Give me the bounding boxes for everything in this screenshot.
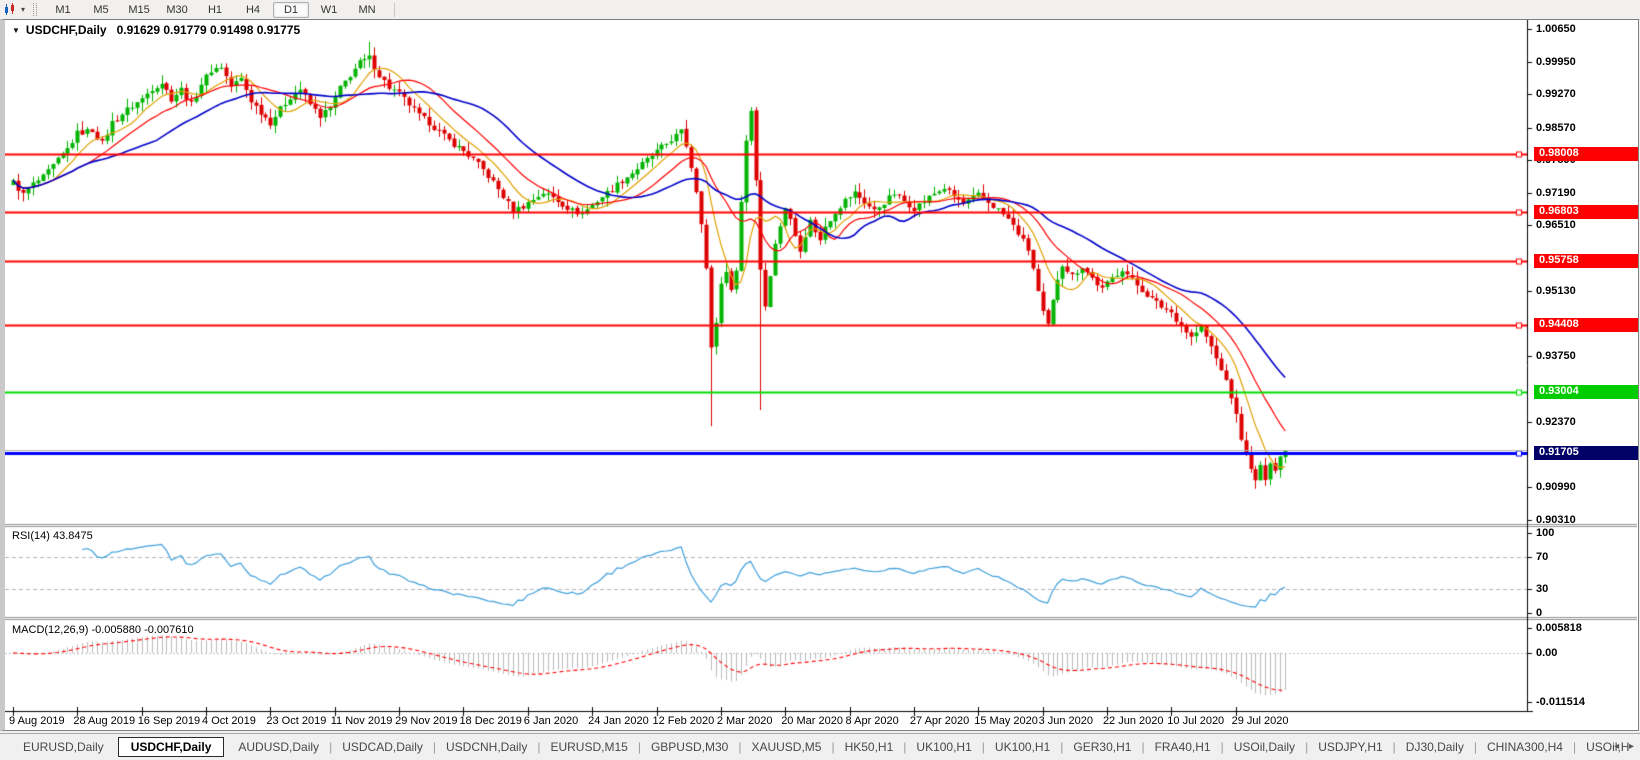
date-tick-label: 11 Nov 2019 xyxy=(330,715,393,727)
chart-tab-ger30-h1[interactable]: GER30,H1 xyxy=(1064,737,1140,757)
price-tick-label: 0.97190 xyxy=(1536,187,1576,200)
timeframe-button-m15[interactable]: M15 xyxy=(121,2,157,18)
chart-tab-usoil-daily[interactable]: USOil,Daily xyxy=(1225,737,1304,757)
timeframe-button-h1[interactable]: H1 xyxy=(197,2,233,18)
chart-tab-gbpusd-m30[interactable]: GBPUSD,M30 xyxy=(642,737,737,757)
chart-ohlc-values: 0.91629 0.91779 0.91498 0.91775 xyxy=(116,23,301,37)
price-tick-label: 0.99950 xyxy=(1536,56,1576,69)
date-tick-label: 4 Oct 2019 xyxy=(202,715,256,727)
chart-tab-hk50-h1[interactable]: HK50,H1 xyxy=(836,737,903,757)
date-tick-label: 29 Nov 2019 xyxy=(395,715,458,727)
date-tick-label: 2 Mar 2020 xyxy=(716,715,773,727)
dropdown-caret-icon: ▾ xyxy=(21,5,26,14)
price-level-badge: 0.96803 xyxy=(1534,204,1638,219)
date-tick-label: 20 Mar 2020 xyxy=(781,715,843,727)
candlestick-glyph xyxy=(5,3,14,15)
chart-tab-usdcnh-daily[interactable]: USDCNH,Daily xyxy=(437,737,536,757)
timeframe-toolbar: M1 M5 M15 M30 H1 H4 D1 W1 MN xyxy=(44,1,386,18)
macd-tick-label: 0.00 xyxy=(1536,647,1558,659)
toolbar-separator xyxy=(394,2,396,17)
date-tick-label: 29 Jul 2020 xyxy=(1231,715,1289,727)
date-tick-label: 12 Feb 2020 xyxy=(652,715,715,727)
date-tick-label: 23 Oct 2019 xyxy=(266,715,327,727)
rsi-tick-label: 0 xyxy=(1536,607,1543,619)
collapse-chart-icon[interactable]: ▼ xyxy=(12,26,20,35)
date-tick-label: 6 Jan 2020 xyxy=(523,715,579,727)
rsi-tick-label: 100 xyxy=(1536,527,1555,539)
price-tick-label: 0.99270 xyxy=(1536,88,1576,101)
date-tick-label: 15 May 2020 xyxy=(974,715,1038,727)
chart-tab-eurusd-m15[interactable]: EURUSD,M15 xyxy=(541,737,636,757)
price-tick-label: 0.90990 xyxy=(1536,481,1576,494)
chart-tab-bar: EURUSD,Daily USDCHF,Daily AUDUSD,Daily | USD… xyxy=(0,733,1640,760)
macd-tick-label: 0.005818 xyxy=(1536,622,1582,635)
date-tick-label: 24 Jan 2020 xyxy=(588,715,649,727)
timeframe-button-m1[interactable]: M1 xyxy=(45,2,81,18)
date-tick-label: 22 Jun 2020 xyxy=(1102,715,1164,727)
chart-symbol-label: USDCHF,Daily xyxy=(25,23,107,37)
date-tick-label: 28 Aug 2019 xyxy=(73,715,136,727)
chart-window: ▼ USDCHF,Daily 0.91629 0.91779 0.91498 0.9… xyxy=(0,19,1639,731)
date-tick-label: 16 Sep 2019 xyxy=(137,715,201,727)
price-level-badge: 0.95758 xyxy=(1534,254,1638,269)
chart-tab-uk100-h1[interactable]: UK100,H1 xyxy=(986,737,1059,757)
toolbar-grip[interactable] xyxy=(33,3,38,16)
price-tick-label: 0.93750 xyxy=(1536,350,1576,363)
date-tick-label: 9 Aug 2019 xyxy=(9,715,65,727)
chart-tab-audusd-daily[interactable]: AUDUSD,Daily xyxy=(229,737,328,757)
price-tick-label: 0.98570 xyxy=(1536,121,1576,134)
price-level-badge: 0.91705 xyxy=(1534,446,1638,461)
date-tick-label: 27 Apr 2020 xyxy=(909,715,970,727)
timeframe-button-w1[interactable]: W1 xyxy=(311,2,347,18)
chart-tab-eurusd-daily[interactable]: EURUSD,Daily xyxy=(14,737,113,757)
date-tick-label: 8 Apr 2020 xyxy=(845,715,899,727)
price-tick-label: 0.96510 xyxy=(1536,219,1576,232)
macd-indicator-label: MACD(12,26,9) -0.005880 -0.007610 xyxy=(12,624,194,636)
chart-tab-usdjpy-h1[interactable]: USDJPY,H1 xyxy=(1309,737,1391,757)
chart-title: ▼ USDCHF,Daily 0.91629 0.91779 0.91498 0.9… xyxy=(12,23,300,37)
macd-tick-label: -0.011514 xyxy=(1536,696,1585,709)
price-tick-label: 0.90310 xyxy=(1536,513,1576,526)
toolbar: ▾ M1 M5 M15 M30 H1 H4 D1 W1 MN xyxy=(0,0,1640,20)
rsi-tick-label: 70 xyxy=(1536,551,1549,563)
tab-scroll-left-icon[interactable]: ◂ xyxy=(1614,741,1619,752)
chart-canvas[interactable] xyxy=(5,20,1637,730)
chart-tab-xauusd-m5[interactable]: XAUUSD,M5 xyxy=(742,737,830,757)
timeframe-button-m30[interactable]: M30 xyxy=(159,2,195,18)
chart-tab-usdchf-daily[interactable]: USDCHF,Daily xyxy=(117,737,225,757)
rsi-indicator-label: RSI(14) 43.8475 xyxy=(12,530,93,542)
chart-tab-dj30-daily[interactable]: DJ30,Daily xyxy=(1397,737,1473,757)
chart-tab-fra40-h1[interactable]: FRA40,H1 xyxy=(1146,737,1220,757)
tab-scroll-arrows: ◂ ▸ xyxy=(1607,741,1634,752)
price-tick-label: 1.00650 xyxy=(1536,23,1576,35)
chart-tab-uk100-h1[interactable]: UK100,H1 xyxy=(907,737,980,757)
date-tick-label: 18 Dec 2019 xyxy=(459,715,522,727)
chart-tab-china300-h4[interactable]: CHINA300,H4 xyxy=(1478,737,1572,757)
timeframe-button-h4[interactable]: H4 xyxy=(235,2,271,18)
tab-scroll-right-icon[interactable]: ▸ xyxy=(1629,741,1634,752)
timeframe-button-mn[interactable]: MN xyxy=(349,2,385,18)
date-tick-label: 10 Jul 2020 xyxy=(1167,715,1225,727)
price-tick-label: 0.92370 xyxy=(1536,415,1576,428)
price-level-badge: 0.98008 xyxy=(1534,147,1638,162)
chart-tab-usdcad-daily[interactable]: USDCAD,Daily xyxy=(333,737,432,757)
rsi-tick-label: 30 xyxy=(1536,583,1549,595)
chart-type-icon[interactable]: ▾ xyxy=(0,1,28,18)
price-level-badge: 0.94408 xyxy=(1534,318,1638,333)
timeframe-button-d1[interactable]: D1 xyxy=(273,1,310,18)
timeframe-button-m5[interactable]: M5 xyxy=(83,2,119,18)
price-level-badge: 0.93004 xyxy=(1534,384,1638,399)
date-tick-label: 3 Jun 2020 xyxy=(1038,715,1094,727)
price-tick-label: 0.95130 xyxy=(1536,284,1576,297)
